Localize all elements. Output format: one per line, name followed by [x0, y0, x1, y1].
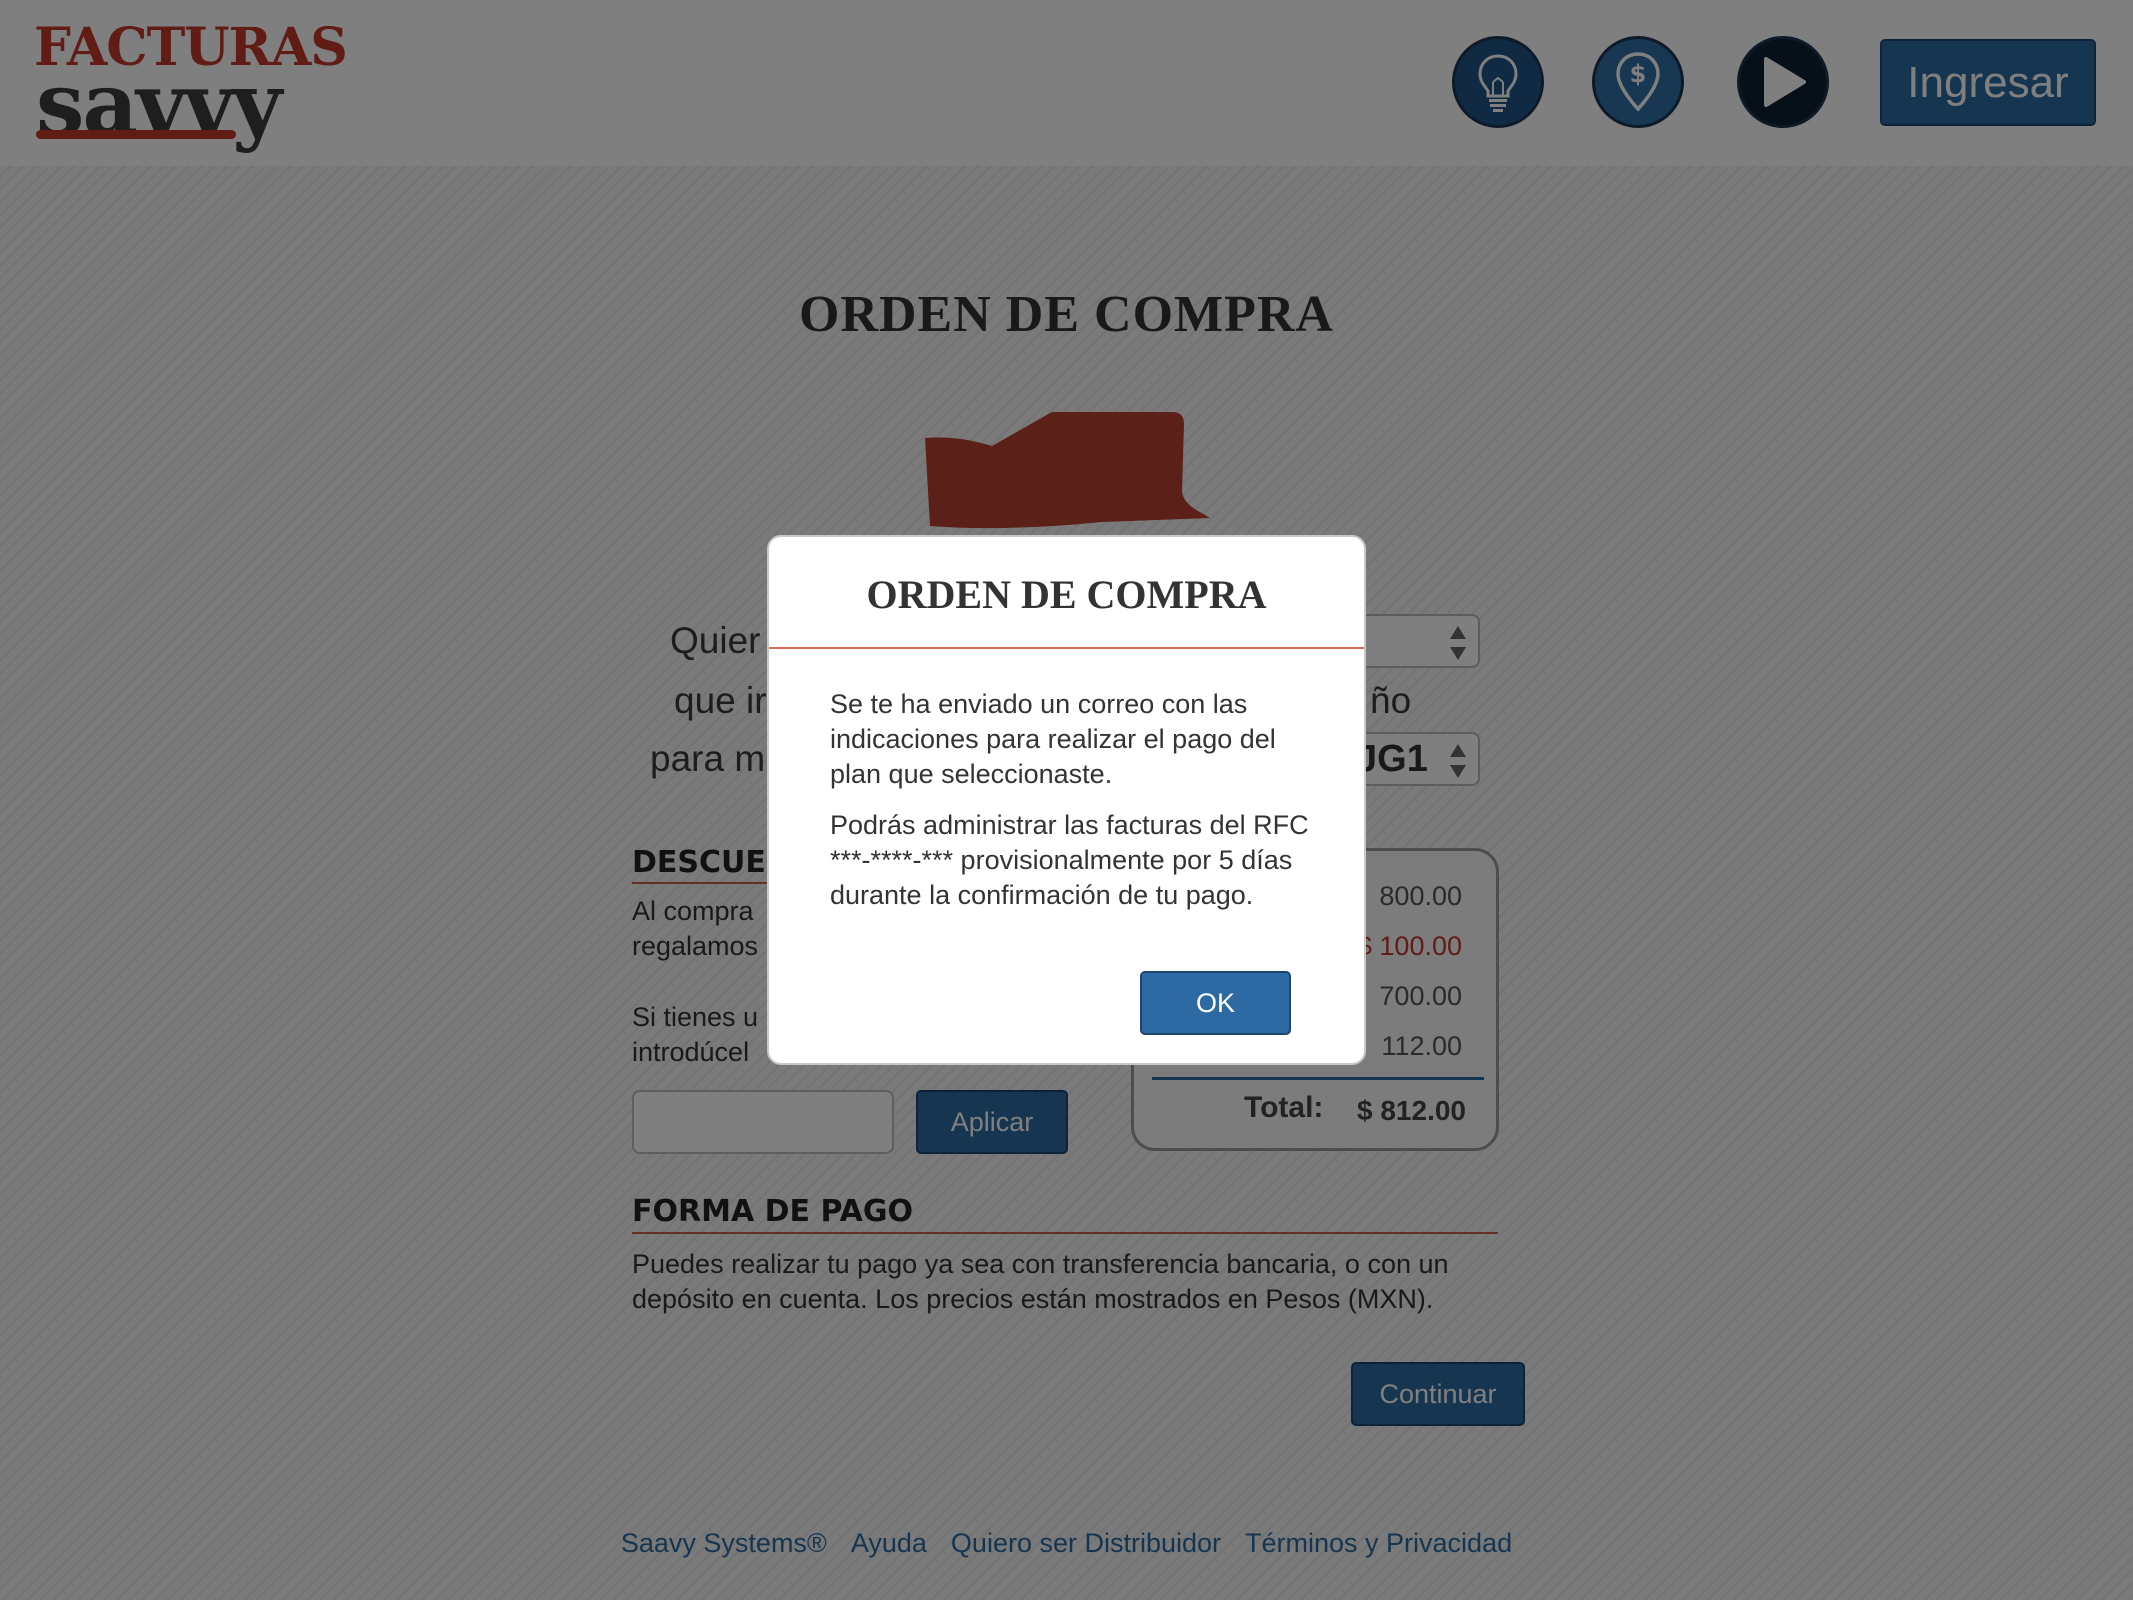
order-modal: ORDEN DE COMPRA Se te ha enviado un corr… [767, 535, 1366, 1065]
modal-title-divider [769, 647, 1364, 649]
ok-button[interactable]: OK [1140, 971, 1291, 1035]
modal-paragraph-2: Podrás administrar las facturas del RFC … [830, 810, 1309, 910]
modal-title: ORDEN DE COMPRA [866, 572, 1267, 617]
modal-paragraph-1: Se te ha enviado un correo con las indic… [830, 689, 1276, 789]
